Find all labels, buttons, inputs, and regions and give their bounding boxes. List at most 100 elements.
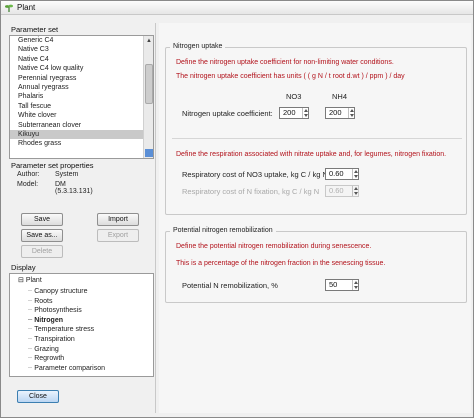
uptake-desc-2: The nitrogen uptake coefficient has unit… — [176, 73, 405, 80]
scroll-up-icon[interactable]: ▲ — [145, 37, 153, 45]
parameter-set-scrollbar[interactable]: ▲ — [143, 36, 153, 158]
remobilization-label: Potential N remobilization, % — [182, 281, 278, 290]
respiration-desc: Define the respiration associated with n… — [176, 151, 447, 158]
nh4-spinner-icon[interactable] — [348, 108, 354, 118]
save-as-button[interactable]: Save as... — [21, 229, 63, 242]
display-tree[interactable]: ⊟ Plant ┈ Canopy structure ┈ Roots ┈ Photosyn… — [9, 273, 154, 377]
parameter-set-item[interactable]: Tall fescue — [10, 102, 145, 111]
parameter-set-item[interactable]: Phalaris — [10, 92, 145, 101]
tree-item-label: Nitrogen — [34, 316, 63, 324]
remobilization-desc-1: Define the potential nitrogen remobiliza… — [176, 243, 372, 250]
delete-button[interactable]: Delete — [21, 245, 63, 258]
export-button[interactable]: Export — [97, 229, 139, 242]
uptake-desc-1: Define the nitrogen uptake coefficient f… — [176, 59, 394, 66]
window-title: Plant — [17, 3, 36, 12]
parameter-set-item[interactable]: Subterranean clover — [10, 121, 145, 130]
right-panel: Nitrogen uptake Define the nitrogen upta… — [159, 23, 471, 413]
tree-root-plant[interactable]: ⊟ Plant — [18, 276, 42, 284]
tree-item-label: Transpiration — [34, 336, 75, 343]
tree-connector-icon: ┈ — [28, 364, 33, 372]
tree-item[interactable]: ┈ Photosynthesis — [28, 306, 82, 314]
uptake-divider — [172, 138, 462, 139]
resp-fixation-value: 0.60 — [329, 186, 344, 195]
resp-no3-label: Respiratory cost of NO3 uptake, kg C / k… — [182, 170, 328, 179]
tree-item-label: Temperature stress — [34, 326, 95, 334]
remobilization-spinner-icon[interactable] — [352, 280, 358, 290]
left-panel: Parameter set Generic C4 Native C3 Native … — [7, 23, 154, 411]
tree-item-label: Photosynthesis — [34, 307, 82, 315]
tree-connector-icon: ┈ — [28, 288, 33, 295]
nitrogen-uptake-group: Nitrogen uptake Define the nitrogen upta… — [165, 43, 467, 215]
remobilization-input[interactable]: 50 — [325, 279, 359, 291]
title-bar: Plant — [1, 1, 473, 15]
tree-item[interactable]: ┈ Nitrogen — [28, 316, 63, 324]
nh4-column-header: NH4 — [332, 92, 348, 101]
parameter-set-item[interactable]: White clover — [10, 111, 145, 120]
tree-item[interactable]: ┈ Grazing — [28, 345, 59, 353]
tree-connector-icon: ┈ — [28, 336, 33, 343]
resp-fixation-spinner-icon[interactable] — [352, 186, 358, 196]
tree-item[interactable]: ┈ Roots — [28, 297, 53, 305]
tree-item[interactable]: ┈ Canopy structure — [28, 287, 88, 295]
model-label: Model: — [17, 181, 39, 188]
resp-no3-input[interactable]: 0.60 — [325, 168, 359, 180]
parameter-set-item[interactable]: Kikuyu — [10, 129, 145, 140]
nh4-uptake-value: 200 — [329, 108, 342, 117]
parameter-set-item[interactable]: Native C4 — [10, 55, 145, 64]
author-label: Author: — [17, 171, 40, 178]
nitrogen-uptake-title: Nitrogen uptake — [170, 43, 226, 50]
properties-label: Parameter set properties — [11, 161, 94, 170]
parameter-set-item[interactable]: Rhodes grass — [10, 139, 145, 148]
save-button[interactable]: Save — [21, 213, 63, 226]
parameter-set-item[interactable]: Annual ryegrass — [10, 83, 145, 92]
tree-connector-icon: ┈ — [28, 297, 33, 305]
parameter-set-item[interactable]: Generic C4 — [10, 36, 145, 45]
parameter-set-item[interactable]: Native C4 low quality — [10, 64, 145, 73]
parameter-set-properties: Parameter set properties Author: System … — [9, 161, 154, 195]
tree-item-label: Regrowth — [34, 355, 65, 363]
parameter-set-list[interactable]: Generic C4 Native C3 Native C4 Native C4 lo… — [9, 35, 154, 159]
parameter-set-label: Parameter set — [11, 25, 59, 34]
tree-connector-icon: ┈ — [28, 355, 33, 363]
pane-splitter[interactable] — [155, 23, 157, 413]
tree-item[interactable]: ┈ Parameter comparison — [28, 364, 105, 372]
parameter-set-item[interactable]: Native C3 — [10, 45, 145, 54]
resp-no3-spinner-icon[interactable] — [352, 169, 358, 179]
tree-connector-icon: ┈ — [28, 316, 33, 324]
tree-connector-icon: ┈ — [28, 307, 33, 315]
no3-uptake-value: 200 — [283, 108, 296, 117]
tree-item-label: Grazing — [34, 345, 59, 353]
tree-item-label: Canopy structure — [34, 288, 88, 295]
remobilization-group: Potential nitrogen remobilization Define… — [165, 227, 467, 303]
tree-item[interactable]: ┈ Transpiration — [28, 335, 75, 343]
no3-uptake-input[interactable]: 200 — [279, 107, 309, 119]
tree-root-label: Plant — [25, 277, 42, 284]
plant-window: Plant Parameter set Generic C4 Native C3 N… — [0, 0, 474, 418]
resp-fixation-input[interactable]: 0.60 — [325, 185, 359, 197]
remobilization-desc-2: This is a percentage of the nitrogen fra… — [176, 260, 386, 267]
remobilization-value: 50 — [329, 280, 338, 289]
resp-fixation-label: Respiratory cost of N fixation, kg C / k… — [182, 187, 320, 196]
scroll-thumb[interactable] — [145, 64, 153, 104]
plant-app-icon — [5, 4, 13, 12]
author-value: System — [55, 171, 79, 178]
no3-spinner-icon[interactable] — [302, 108, 308, 118]
display-label: Display — [11, 263, 36, 272]
parameter-set-item[interactable]: Perennial ryegrass — [10, 74, 145, 83]
model-value: DM (5.3.13.131) — [55, 181, 93, 195]
scroll-down-icon[interactable] — [145, 149, 153, 157]
resp-no3-value: 0.60 — [329, 169, 344, 178]
tree-connector-icon: ┈ — [28, 345, 33, 353]
no3-column-header: NO3 — [286, 92, 302, 101]
tree-item[interactable]: ┈ Temperature stress — [28, 325, 94, 333]
nh4-uptake-input[interactable]: 200 — [325, 107, 355, 119]
tree-connector-icon: ┈ — [28, 326, 33, 334]
parameter-set-items: Generic C4 Native C3 Native C4 Native C4 lo… — [10, 36, 145, 158]
tree-item-label: Parameter comparison — [34, 364, 106, 372]
close-button[interactable]: Close — [17, 390, 59, 403]
import-button[interactable]: Import — [97, 213, 139, 226]
remobilization-title: Potential nitrogen remobilization — [170, 227, 276, 234]
tree-item[interactable]: ┈ Regrowth — [28, 354, 64, 362]
tree-item-label: Roots — [34, 297, 53, 305]
uptake-coefficient-label: Nitrogen uptake coefficient: — [182, 109, 273, 118]
